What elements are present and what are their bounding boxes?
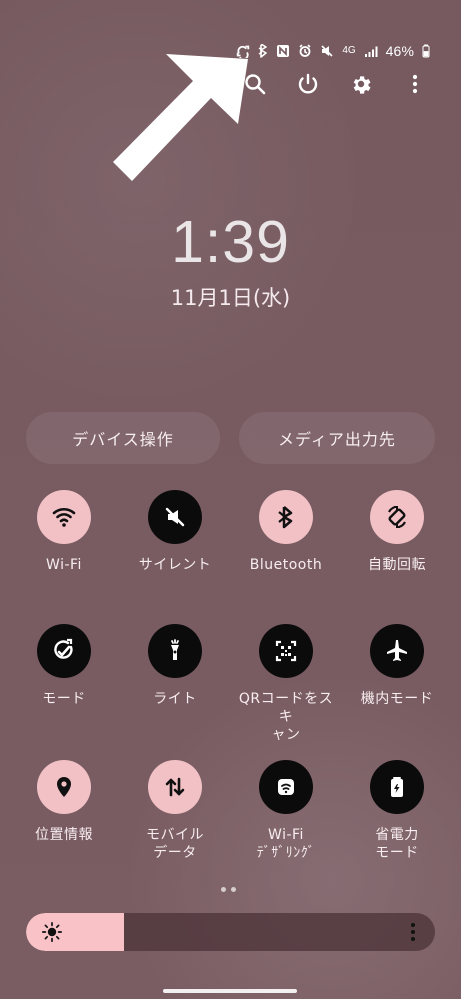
mute-icon <box>320 44 334 58</box>
sun-icon <box>41 921 63 943</box>
search-icon <box>243 72 267 100</box>
qr-icon <box>259 624 313 678</box>
more-button[interactable] <box>398 69 432 103</box>
airplane-icon <box>370 624 424 678</box>
media-output-label: メディア出力先 <box>278 430 396 449</box>
page-indicator <box>221 887 241 895</box>
flashlight-icon <box>148 624 202 678</box>
search-button[interactable] <box>238 69 272 103</box>
bluetooth-icon <box>259 490 313 544</box>
tile-label: 機内モード <box>360 691 434 707</box>
device-control-button[interactable]: デバイス操作 <box>26 412 220 464</box>
tile-battery-saver[interactable]: 省電力 モード <box>347 760 447 870</box>
status-icons: 4G 46% <box>236 42 430 60</box>
tile-mode[interactable]: モード <box>14 624 114 734</box>
page-dot <box>231 887 236 892</box>
silent-icon <box>148 490 202 544</box>
page-dot <box>221 887 226 892</box>
tile-silent[interactable]: サイレント <box>125 490 225 600</box>
power-icon <box>296 72 320 100</box>
mode-icon <box>37 624 91 678</box>
nfc-icon <box>276 44 290 58</box>
tile-bluetooth[interactable]: Bluetooth <box>236 490 336 600</box>
media-output-button[interactable]: メディア出力先 <box>239 412 435 464</box>
tile-label: モード <box>42 691 86 707</box>
tile-label: Wi-Fi ﾃﾞｻﾞﾘﾝｸﾞ <box>256 827 316 861</box>
tile-wifi-tethering[interactable]: Wi-Fi ﾃﾞｻﾞﾘﾝｸﾞ <box>236 760 336 870</box>
network-icon: 4G <box>342 45 356 56</box>
top-actions <box>238 69 428 105</box>
clock-date: 11月1日(水) <box>170 286 291 310</box>
wifi-icon <box>37 490 91 544</box>
tile-label: QRコードをスキ ャン <box>238 691 334 743</box>
status-bar <box>0 0 461 36</box>
tile-mobile-data[interactable]: モバイル データ <box>125 760 225 870</box>
battery-saver-icon <box>370 760 424 814</box>
tile-label: Bluetooth <box>249 557 323 573</box>
tile-auto-rotate[interactable]: 自動回転 <box>347 490 447 600</box>
device-control-label: デバイス操作 <box>72 430 174 449</box>
mobile-data-icon <box>148 760 202 814</box>
tile-label: ライト <box>153 691 197 707</box>
tile-airplane[interactable]: 機内モード <box>347 624 447 734</box>
tile-wifi[interactable]: Wi-Fi <box>14 490 114 600</box>
battery-text: 46% <box>385 43 414 59</box>
tile-location[interactable]: 位置情報 <box>14 760 114 870</box>
home-indicator[interactable] <box>163 989 297 993</box>
more-vert-icon <box>411 72 419 100</box>
wifi-tethering-icon <box>259 760 313 814</box>
tile-label: サイレント <box>138 557 212 573</box>
tile-qr-scan[interactable]: QRコードをスキ ャン <box>236 624 336 743</box>
tile-label: Wi-Fi <box>46 557 82 573</box>
battery-icon <box>422 44 430 58</box>
auto-rotate-icon <box>370 490 424 544</box>
gear-icon <box>349 72 373 100</box>
signal-icon <box>364 44 378 58</box>
tile-label: モバイル データ <box>146 827 204 861</box>
location-icon <box>37 760 91 814</box>
tile-label: 自動回転 <box>368 557 426 573</box>
tile-label: 省電力 モード <box>375 827 419 861</box>
settings-button[interactable] <box>344 69 378 103</box>
tile-flashlight[interactable]: ライト <box>125 624 225 734</box>
tile-label: 位置情報 <box>35 827 93 843</box>
power-button[interactable] <box>291 69 325 103</box>
brightness-slider[interactable] <box>26 913 435 951</box>
arrow-up-right-icon <box>111 52 257 182</box>
bluetooth-icon <box>258 44 268 58</box>
alarm-icon <box>298 44 312 58</box>
more-vert-icon[interactable] <box>409 921 417 943</box>
clock-time: 1:39 <box>171 209 290 275</box>
